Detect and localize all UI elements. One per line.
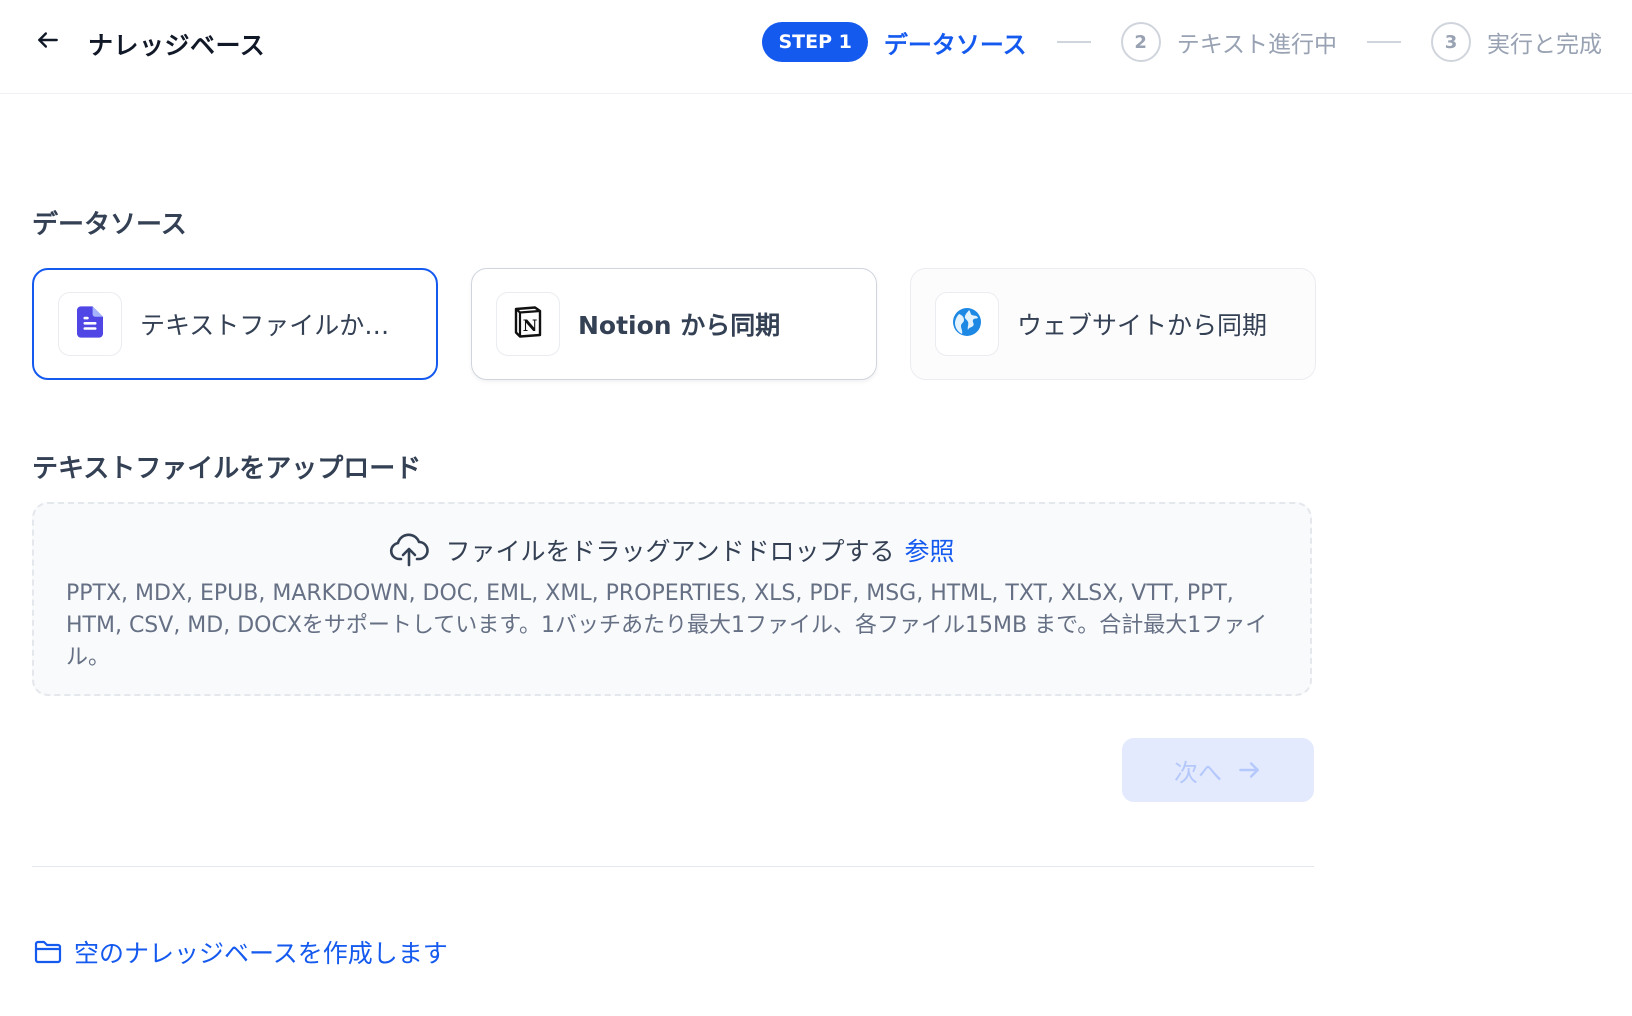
source-card-label: ウェブサイトから同期: [1017, 311, 1268, 340]
globe-icon: [951, 306, 983, 342]
create-empty-kb-link[interactable]: 空のナレッジベースを作成します: [34, 934, 448, 970]
step-2-label: テキスト進行中: [1176, 32, 1337, 58]
source-card-label: Notion から同期: [578, 311, 781, 340]
divider: [32, 866, 1314, 867]
create-empty-kb-label: 空のナレッジベースを作成します: [74, 939, 448, 968]
cloud-upload-icon: [389, 533, 430, 567]
step-1-badge: STEP 1: [762, 22, 868, 62]
next-button[interactable]: 次へ: [1122, 738, 1314, 802]
stepper: STEP 1 データソース 2 テキスト進行中 3 実行と完成: [762, 22, 1602, 62]
page-title: ナレッジベース: [88, 31, 266, 60]
source-card-label: テキストファイルからインポート: [140, 311, 410, 340]
step-3-number: 3: [1431, 22, 1471, 62]
notion-icon: N: [511, 305, 545, 343]
arrow-left-icon: [35, 27, 61, 57]
step-separator: [1367, 41, 1401, 43]
arrow-right-icon: [1236, 757, 1262, 783]
upload-title: テキストファイルをアップロード: [32, 454, 422, 484]
svg-text:N: N: [523, 316, 538, 335]
back-button[interactable]: [34, 28, 62, 56]
step-2-number: 2: [1120, 22, 1161, 62]
source-card-notion[interactable]: N Notion から同期: [471, 268, 877, 380]
step-3-label: 実行と完成: [1487, 32, 1602, 58]
file-text-icon: [77, 306, 103, 342]
next-button-label: 次へ: [1174, 758, 1222, 787]
source-card-website[interactable]: ウェブサイトから同期: [910, 268, 1316, 380]
file-dropzone[interactable]: ファイルをドラッグアンドドロップする 参照 PPTX, MDX, EPUB, M…: [32, 502, 1312, 696]
step-separator: [1056, 41, 1091, 43]
folder-icon: [34, 940, 62, 964]
header: ナレッジベース STEP 1 データソース 2 テキスト進行中 3 実行と完成: [0, 0, 1632, 94]
data-source-title: データソース: [32, 210, 187, 240]
browse-link[interactable]: 参照: [905, 532, 955, 568]
source-card-text-file[interactable]: テキストファイルからインポート: [32, 268, 438, 380]
drop-instruction: ファイルをドラッグアンドドロップする: [445, 537, 895, 566]
supported-formats-text: PPTX, MDX, EPUB, MARKDOWN, DOC, EML, XML…: [66, 581, 1268, 670]
step-1-label: データソース: [883, 30, 1027, 59]
